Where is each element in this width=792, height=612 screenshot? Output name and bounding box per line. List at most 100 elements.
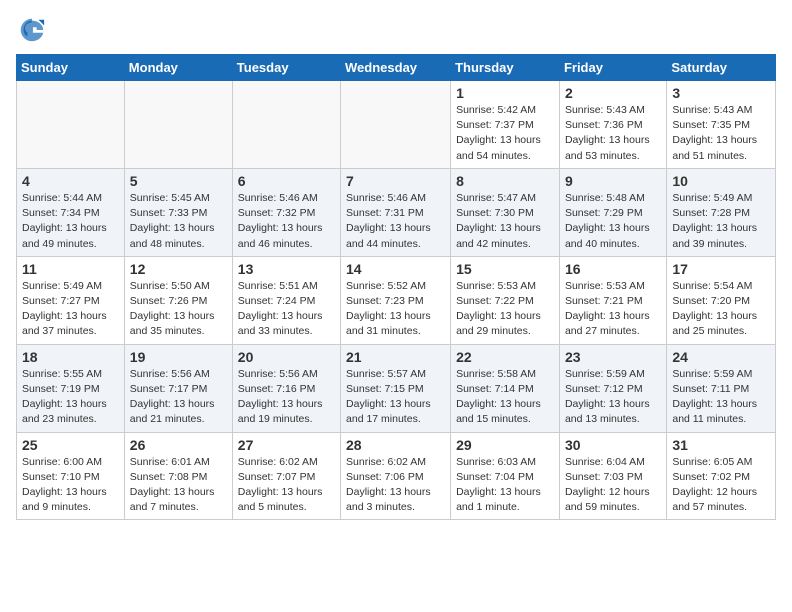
calendar-cell xyxy=(341,81,451,169)
calendar-cell: 19 Sunrise: 5:56 AM Sunset: 7:17 PM Dayli… xyxy=(124,344,232,432)
day-number: 16 xyxy=(565,261,661,277)
calendar-week-3: 11 Sunrise: 5:49 AM Sunset: 7:27 PM Dayli… xyxy=(17,256,776,344)
day-info: Sunrise: 5:51 AM Sunset: 7:24 PM Dayligh… xyxy=(238,279,335,340)
calendar-week-5: 25 Sunrise: 6:00 AM Sunset: 7:10 PM Dayli… xyxy=(17,432,776,520)
day-number: 9 xyxy=(565,173,661,189)
calendar-cell: 3 Sunrise: 5:43 AM Sunset: 7:35 PM Daylig… xyxy=(667,81,776,169)
day-info: Sunrise: 6:05 AM Sunset: 7:02 PM Dayligh… xyxy=(672,455,770,516)
calendar-cell: 9 Sunrise: 5:48 AM Sunset: 7:29 PM Daylig… xyxy=(559,168,666,256)
day-number: 15 xyxy=(456,261,554,277)
day-info: Sunrise: 5:49 AM Sunset: 7:27 PM Dayligh… xyxy=(22,279,119,340)
day-number: 3 xyxy=(672,85,770,101)
day-info: Sunrise: 5:54 AM Sunset: 7:20 PM Dayligh… xyxy=(672,279,770,340)
day-number: 24 xyxy=(672,349,770,365)
day-number: 19 xyxy=(130,349,227,365)
day-info: Sunrise: 5:53 AM Sunset: 7:22 PM Dayligh… xyxy=(456,279,554,340)
day-number: 23 xyxy=(565,349,661,365)
calendar-cell: 17 Sunrise: 5:54 AM Sunset: 7:20 PM Dayli… xyxy=(667,256,776,344)
calendar-cell: 20 Sunrise: 5:56 AM Sunset: 7:16 PM Dayli… xyxy=(232,344,340,432)
day-info: Sunrise: 5:56 AM Sunset: 7:17 PM Dayligh… xyxy=(130,367,227,428)
day-info: Sunrise: 5:47 AM Sunset: 7:30 PM Dayligh… xyxy=(456,191,554,252)
logo-icon xyxy=(18,16,46,44)
day-number: 20 xyxy=(238,349,335,365)
calendar-cell: 12Sunrise: 5:50 AM Sunset: 7:26 PM Dayli… xyxy=(124,256,232,344)
day-info: Sunrise: 5:53 AM Sunset: 7:21 PM Dayligh… xyxy=(565,279,661,340)
day-number: 18 xyxy=(22,349,119,365)
day-info: Sunrise: 5:45 AM Sunset: 7:33 PM Dayligh… xyxy=(130,191,227,252)
day-info: Sunrise: 5:43 AM Sunset: 7:36 PM Dayligh… xyxy=(565,103,661,164)
calendar-cell: 23Sunrise: 5:59 AM Sunset: 7:12 PM Dayli… xyxy=(559,344,666,432)
day-info: Sunrise: 6:00 AM Sunset: 7:10 PM Dayligh… xyxy=(22,455,119,516)
calendar-cell: 22 Sunrise: 5:58 AM Sunset: 7:14 PM Dayli… xyxy=(451,344,560,432)
day-info: Sunrise: 5:56 AM Sunset: 7:16 PM Dayligh… xyxy=(238,367,335,428)
calendar-week-1: 1 Sunrise: 5:42 AM Sunset: 7:37 PM Daylig… xyxy=(17,81,776,169)
day-number: 13 xyxy=(238,261,335,277)
day-number: 25 xyxy=(22,437,119,453)
day-number: 22 xyxy=(456,349,554,365)
day-info: Sunrise: 5:49 AM Sunset: 7:28 PM Dayligh… xyxy=(672,191,770,252)
day-info: Sunrise: 6:04 AM Sunset: 7:03 PM Dayligh… xyxy=(565,455,661,516)
day-info: Sunrise: 5:44 AM Sunset: 7:34 PM Dayligh… xyxy=(22,191,119,252)
calendar-cell: 2 Sunrise: 5:43 AM Sunset: 7:36 PM Daylig… xyxy=(559,81,666,169)
weekday-header-row: SundayMondayTuesdayWednesdayThursdayFrid… xyxy=(17,55,776,81)
weekday-header-friday: Friday xyxy=(559,55,666,81)
calendar-cell: 4Sunrise: 5:44 AM Sunset: 7:34 PM Daylig… xyxy=(17,168,125,256)
page-header xyxy=(16,16,776,44)
day-info: Sunrise: 5:48 AM Sunset: 7:29 PM Dayligh… xyxy=(565,191,661,252)
calendar-cell: 6 Sunrise: 5:46 AM Sunset: 7:32 PM Daylig… xyxy=(232,168,340,256)
calendar-cell: 11 Sunrise: 5:49 AM Sunset: 7:27 PM Dayli… xyxy=(17,256,125,344)
day-info: Sunrise: 6:01 AM Sunset: 7:08 PM Dayligh… xyxy=(130,455,227,516)
day-info: Sunrise: 5:42 AM Sunset: 7:37 PM Dayligh… xyxy=(456,103,554,164)
calendar-cell: 27Sunrise: 6:02 AM Sunset: 7:07 PM Dayli… xyxy=(232,432,340,520)
day-number: 28 xyxy=(346,437,445,453)
calendar-week-4: 18 Sunrise: 5:55 AM Sunset: 7:19 PM Dayli… xyxy=(17,344,776,432)
day-number: 11 xyxy=(22,261,119,277)
calendar-cell: 14Sunrise: 5:52 AM Sunset: 7:23 PM Dayli… xyxy=(341,256,451,344)
day-number: 30 xyxy=(565,437,661,453)
calendar-cell: 25 Sunrise: 6:00 AM Sunset: 7:10 PM Dayli… xyxy=(17,432,125,520)
day-number: 7 xyxy=(346,173,445,189)
weekday-header-sunday: Sunday xyxy=(17,55,125,81)
calendar-cell xyxy=(17,81,125,169)
day-info: Sunrise: 6:02 AM Sunset: 7:06 PM Dayligh… xyxy=(346,455,445,516)
calendar-cell: 15 Sunrise: 5:53 AM Sunset: 7:22 PM Dayli… xyxy=(451,256,560,344)
calendar-cell: 24Sunrise: 5:59 AM Sunset: 7:11 PM Dayli… xyxy=(667,344,776,432)
day-info: Sunrise: 5:57 AM Sunset: 7:15 PM Dayligh… xyxy=(346,367,445,428)
day-info: Sunrise: 5:55 AM Sunset: 7:19 PM Dayligh… xyxy=(22,367,119,428)
day-number: 17 xyxy=(672,261,770,277)
day-info: Sunrise: 5:43 AM Sunset: 7:35 PM Dayligh… xyxy=(672,103,770,164)
calendar-table: SundayMondayTuesdayWednesdayThursdayFrid… xyxy=(16,54,776,520)
calendar-cell: 16 Sunrise: 5:53 AM Sunset: 7:21 PM Dayli… xyxy=(559,256,666,344)
calendar-cell: 18 Sunrise: 5:55 AM Sunset: 7:19 PM Dayli… xyxy=(17,344,125,432)
day-number: 10 xyxy=(672,173,770,189)
day-number: 29 xyxy=(456,437,554,453)
day-info: Sunrise: 5:46 AM Sunset: 7:31 PM Dayligh… xyxy=(346,191,445,252)
day-info: Sunrise: 5:46 AM Sunset: 7:32 PM Dayligh… xyxy=(238,191,335,252)
calendar-cell: 7 Sunrise: 5:46 AM Sunset: 7:31 PM Daylig… xyxy=(341,168,451,256)
calendar-cell: 1 Sunrise: 5:42 AM Sunset: 7:37 PM Daylig… xyxy=(451,81,560,169)
calendar-cell: 21 Sunrise: 5:57 AM Sunset: 7:15 PM Dayli… xyxy=(341,344,451,432)
calendar-cell xyxy=(124,81,232,169)
calendar-cell: 8 Sunrise: 5:47 AM Sunset: 7:30 PM Daylig… xyxy=(451,168,560,256)
day-number: 8 xyxy=(456,173,554,189)
day-info: Sunrise: 5:50 AM Sunset: 7:26 PM Dayligh… xyxy=(130,279,227,340)
calendar-cell xyxy=(232,81,340,169)
weekday-header-tuesday: Tuesday xyxy=(232,55,340,81)
calendar-cell: 31Sunrise: 6:05 AM Sunset: 7:02 PM Dayli… xyxy=(667,432,776,520)
logo xyxy=(16,16,46,44)
day-number: 14 xyxy=(346,261,445,277)
calendar-cell: 28 Sunrise: 6:02 AM Sunset: 7:06 PM Dayli… xyxy=(341,432,451,520)
day-number: 26 xyxy=(130,437,227,453)
day-number: 2 xyxy=(565,85,661,101)
calendar-cell: 10 Sunrise: 5:49 AM Sunset: 7:28 PM Dayli… xyxy=(667,168,776,256)
weekday-header-monday: Monday xyxy=(124,55,232,81)
day-number: 6 xyxy=(238,173,335,189)
weekday-header-wednesday: Wednesday xyxy=(341,55,451,81)
day-number: 5 xyxy=(130,173,227,189)
day-info: Sunrise: 5:58 AM Sunset: 7:14 PM Dayligh… xyxy=(456,367,554,428)
calendar-cell: 13 Sunrise: 5:51 AM Sunset: 7:24 PM Dayli… xyxy=(232,256,340,344)
calendar-cell: 26 Sunrise: 6:01 AM Sunset: 7:08 PM Dayli… xyxy=(124,432,232,520)
calendar-cell: 30 Sunrise: 6:04 AM Sunset: 7:03 PM Dayli… xyxy=(559,432,666,520)
day-number: 1 xyxy=(456,85,554,101)
day-number: 21 xyxy=(346,349,445,365)
